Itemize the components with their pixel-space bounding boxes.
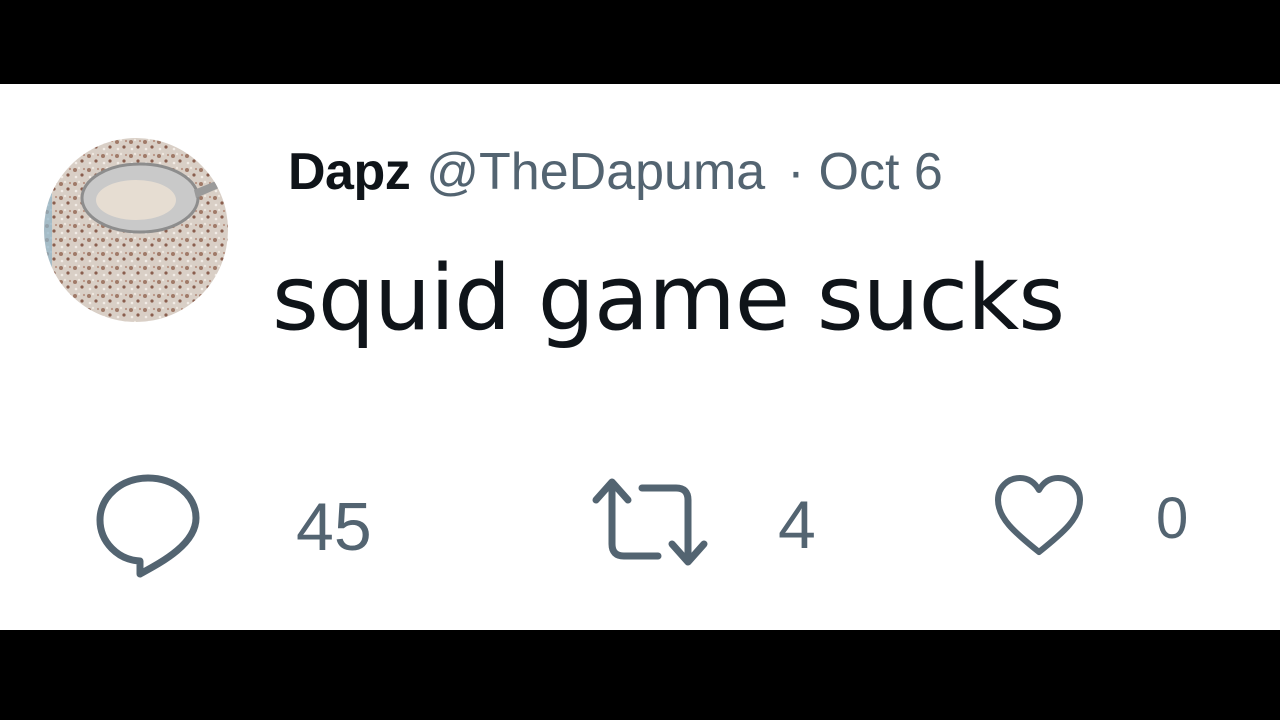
separator-dot: · [787, 143, 805, 201]
tweet-card[interactable]: Dapz @TheDapuma · Oct 6 squid game sucks… [0, 84, 1280, 630]
video-frame: Dapz @TheDapuma · Oct 6 squid game sucks… [0, 0, 1280, 720]
display-name[interactable]: Dapz [288, 142, 411, 202]
heart-icon [994, 474, 1084, 563]
tweet-header: Dapz @TheDapuma · Oct 6 [288, 142, 943, 202]
retweet-count: 4 [778, 486, 816, 563]
user-handle[interactable]: @TheDapuma [426, 142, 765, 202]
reply-count: 45 [296, 488, 372, 565]
avatar[interactable] [44, 138, 228, 322]
reply-button[interactable]: 45 [94, 470, 372, 583]
retweet-button[interactable]: 4 [592, 472, 816, 577]
reply-icon [94, 470, 202, 583]
tweet-date[interactable]: Oct 6 [819, 142, 943, 202]
avatar-image [44, 138, 228, 322]
like-count: 0 [1156, 485, 1189, 551]
retweet-icon [592, 472, 708, 577]
like-button[interactable]: 0 [994, 474, 1188, 563]
tweet-text: squid game sucks [272, 246, 1065, 351]
